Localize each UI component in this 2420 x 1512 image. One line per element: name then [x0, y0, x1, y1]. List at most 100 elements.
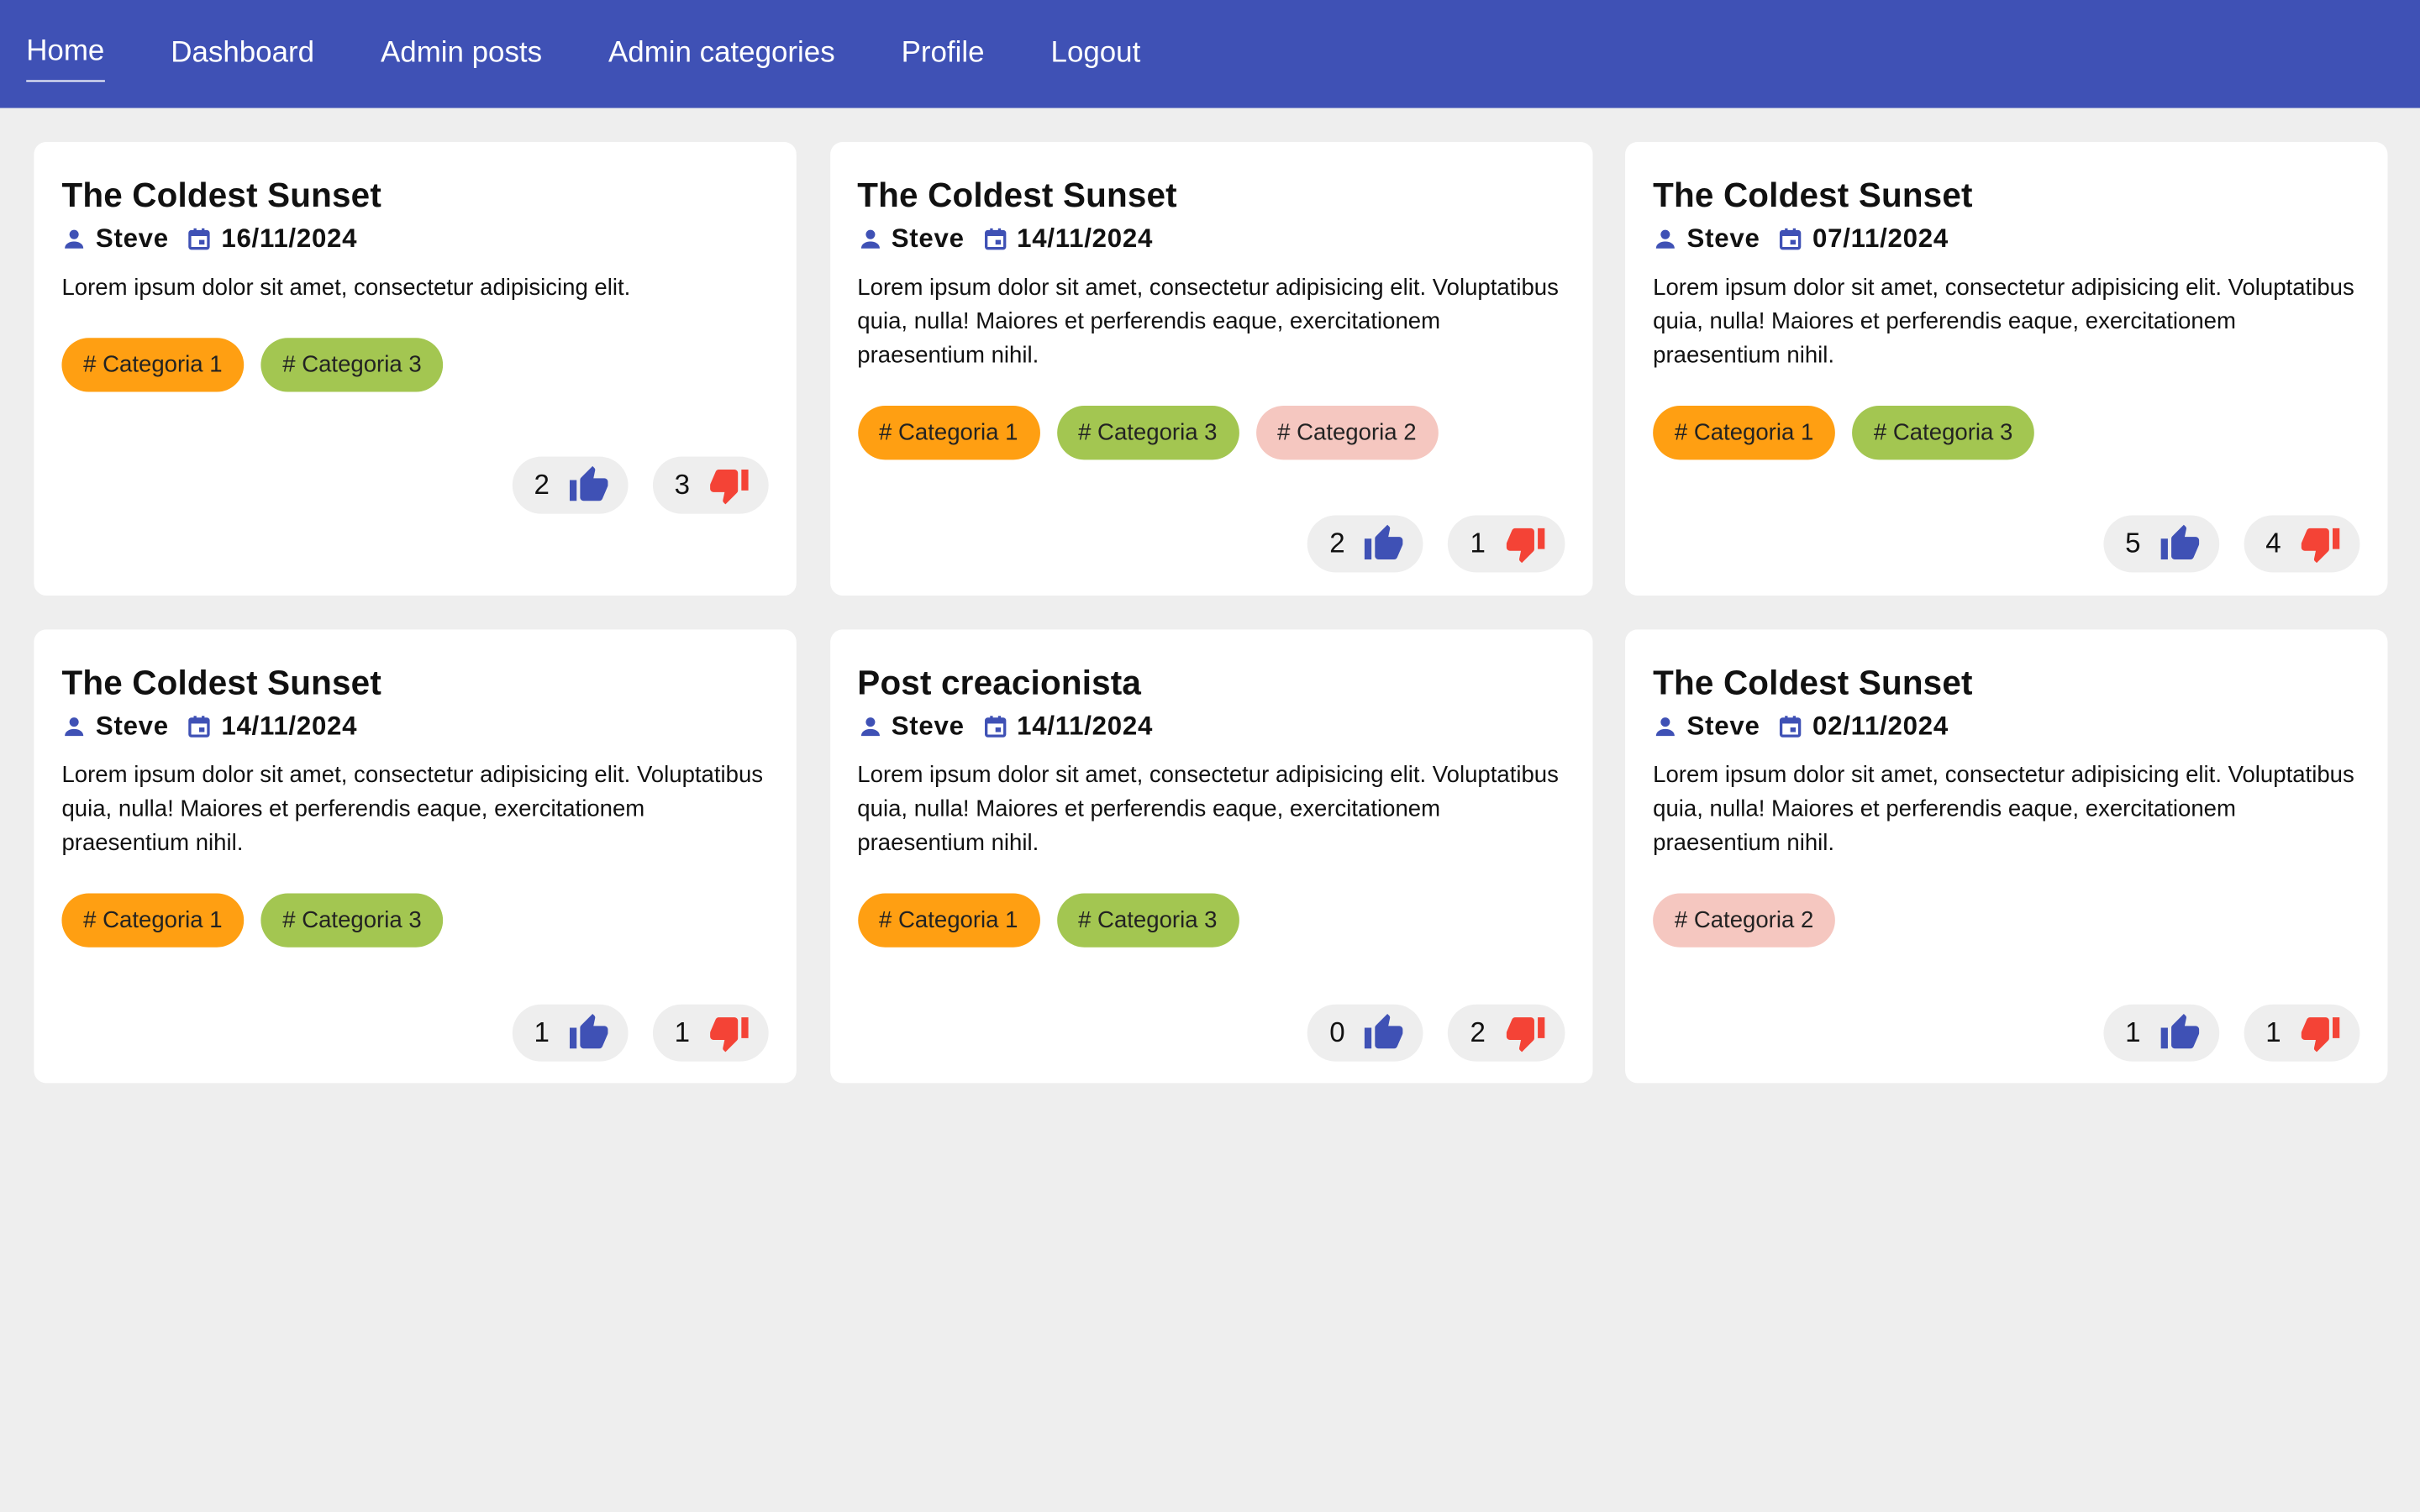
- post-card: The Coldest Sunset Steve 02/11/2024 Lore…: [1625, 629, 2388, 1084]
- post-body: Lorem ipsum dolor sit amet, consectetur …: [61, 762, 764, 857]
- post-date: 14/11/2024: [221, 711, 358, 741]
- post-votes: 2 3: [487, 456, 769, 514]
- dislike-count: 1: [674, 1016, 691, 1048]
- calendar-icon: [1779, 714, 1803, 738]
- thumb-up-icon: [2160, 1012, 2202, 1054]
- nav-home[interactable]: Home: [26, 26, 105, 82]
- post-body: Lorem ipsum dolor sit amet, consectetur …: [1653, 762, 2354, 857]
- nav-admin-categories[interactable]: Admin categories: [608, 27, 835, 81]
- nav-logout[interactable]: Logout: [1051, 27, 1141, 81]
- post-title: The Coldest Sunset: [1653, 176, 1973, 215]
- tag-categoria-2[interactable]: # Categoria 2: [1653, 893, 1835, 948]
- dislike-count: 2: [1470, 1016, 1486, 1048]
- like-count: 2: [1329, 528, 1345, 559]
- post-tags: # Categoria 1 # Categoria 3 # Categoria …: [857, 406, 1564, 460]
- post-meta: Steve 02/11/2024: [1653, 711, 2360, 743]
- top-navbar: Home Dashboard Admin posts Admin categor…: [0, 0, 2420, 108]
- post-body: Lorem ipsum dolor sit amet, consectetur …: [61, 274, 631, 302]
- thumb-down-icon: [2300, 1012, 2342, 1054]
- thumb-up-icon: [2160, 523, 2202, 565]
- calendar-icon: [1779, 227, 1803, 251]
- post-votes: 5 4: [2079, 515, 2360, 573]
- post-date: 16/11/2024: [221, 223, 358, 254]
- calendar-icon: [187, 227, 212, 251]
- like-button[interactable]: 1: [512, 1004, 629, 1062]
- post-votes: 0 2: [1283, 1004, 1565, 1062]
- tag-categoria-1[interactable]: # Categoria 1: [857, 893, 1040, 948]
- post-title: The Coldest Sunset: [1653, 663, 1973, 702]
- tag-categoria-1[interactable]: # Categoria 1: [61, 338, 245, 392]
- post-tags: # Categoria 1 # Categoria 3: [1653, 406, 2360, 460]
- post-body: Lorem ipsum dolor sit amet, consectetur …: [857, 762, 1559, 857]
- tag-categoria-1[interactable]: # Categoria 1: [1653, 406, 1835, 460]
- post-author: Steve: [95, 223, 169, 254]
- like-count: 1: [2125, 1016, 2141, 1048]
- posts-grid: The Coldest Sunset Steve 16/11/2024 Lore…: [34, 141, 2388, 1084]
- post-tags: # Categoria 2: [1653, 893, 2360, 948]
- post-author: Steve: [95, 711, 169, 741]
- nav-profile[interactable]: Profile: [902, 27, 985, 81]
- dislike-count: 3: [674, 469, 691, 501]
- post-author: Steve: [1686, 223, 1760, 254]
- dislike-button[interactable]: 4: [2244, 515, 2360, 573]
- post-meta: Steve 14/11/2024: [857, 711, 1564, 743]
- post-meta: Steve 16/11/2024: [61, 223, 768, 255]
- person-icon: [857, 714, 881, 738]
- like-button[interactable]: 2: [1307, 515, 1424, 573]
- dislike-button[interactable]: 1: [1448, 515, 1565, 573]
- post-author: Steve: [1686, 711, 1760, 741]
- like-button[interactable]: 1: [2103, 1004, 2220, 1062]
- dislike-count: 4: [2265, 528, 2281, 559]
- post-card: The Coldest Sunset Steve 16/11/2024 Lore…: [34, 141, 797, 596]
- tag-categoria-3[interactable]: # Categoria 3: [1852, 406, 2035, 460]
- person-icon: [61, 227, 86, 251]
- tag-categoria-3[interactable]: # Categoria 3: [1056, 893, 1239, 948]
- post-date: 02/11/2024: [1812, 711, 1949, 741]
- thumb-up-icon: [1364, 1012, 1406, 1054]
- dislike-count: 1: [1470, 528, 1486, 559]
- post-meta: Steve 07/11/2024: [1653, 223, 2360, 255]
- post-author: Steve: [891, 223, 965, 254]
- post-date: 07/11/2024: [1812, 223, 1949, 254]
- post-date: 14/11/2024: [1017, 711, 1154, 741]
- tag-categoria-1[interactable]: # Categoria 1: [857, 406, 1040, 460]
- tag-categoria-2[interactable]: # Categoria 2: [1255, 406, 1439, 460]
- tag-categoria-3[interactable]: # Categoria 3: [260, 338, 444, 392]
- post-votes: 2 1: [1283, 515, 1565, 573]
- like-count: 5: [2125, 528, 2141, 559]
- tag-categoria-3[interactable]: # Categoria 3: [260, 893, 444, 948]
- calendar-icon: [983, 714, 1007, 738]
- post-title: The Coldest Sunset: [61, 176, 381, 215]
- nav-admin-posts[interactable]: Admin posts: [381, 27, 542, 81]
- post-title: The Coldest Sunset: [61, 663, 381, 702]
- thumb-up-icon: [1364, 523, 1406, 565]
- person-icon: [857, 227, 881, 251]
- dislike-button[interactable]: 1: [652, 1004, 769, 1062]
- dislike-count: 1: [2265, 1016, 2281, 1048]
- like-button[interactable]: 5: [2103, 515, 2220, 573]
- dislike-button[interactable]: 1: [2244, 1004, 2360, 1062]
- thumb-down-icon: [2300, 523, 2342, 565]
- post-title: Post creacionista: [857, 663, 1142, 702]
- like-button[interactable]: 0: [1307, 1004, 1424, 1062]
- dislike-button[interactable]: 3: [652, 456, 769, 514]
- post-author: Steve: [891, 711, 965, 741]
- thumb-down-icon: [1504, 523, 1546, 565]
- post-card: The Coldest Sunset Steve 14/11/2024 Lore…: [34, 629, 797, 1084]
- post-votes: 1 1: [487, 1004, 769, 1062]
- calendar-icon: [983, 227, 1007, 251]
- tag-categoria-3[interactable]: # Categoria 3: [1056, 406, 1239, 460]
- nav-dashboard[interactable]: Dashboard: [171, 27, 314, 81]
- post-meta: Steve 14/11/2024: [61, 711, 768, 743]
- post-tags: # Categoria 1 # Categoria 3: [61, 338, 768, 392]
- post-card: The Coldest Sunset Steve 07/11/2024 Lore…: [1625, 141, 2388, 596]
- thumb-down-icon: [708, 465, 750, 507]
- post-votes: 1 1: [2079, 1004, 2360, 1062]
- post-date: 14/11/2024: [1017, 223, 1154, 254]
- post-body: Lorem ipsum dolor sit amet, consectetur …: [857, 274, 1559, 369]
- thumb-down-icon: [1504, 1012, 1546, 1054]
- like-button[interactable]: 2: [512, 456, 629, 514]
- tag-categoria-1[interactable]: # Categoria 1: [61, 893, 245, 948]
- dislike-button[interactable]: 2: [1448, 1004, 1565, 1062]
- post-meta: Steve 14/11/2024: [857, 223, 1564, 255]
